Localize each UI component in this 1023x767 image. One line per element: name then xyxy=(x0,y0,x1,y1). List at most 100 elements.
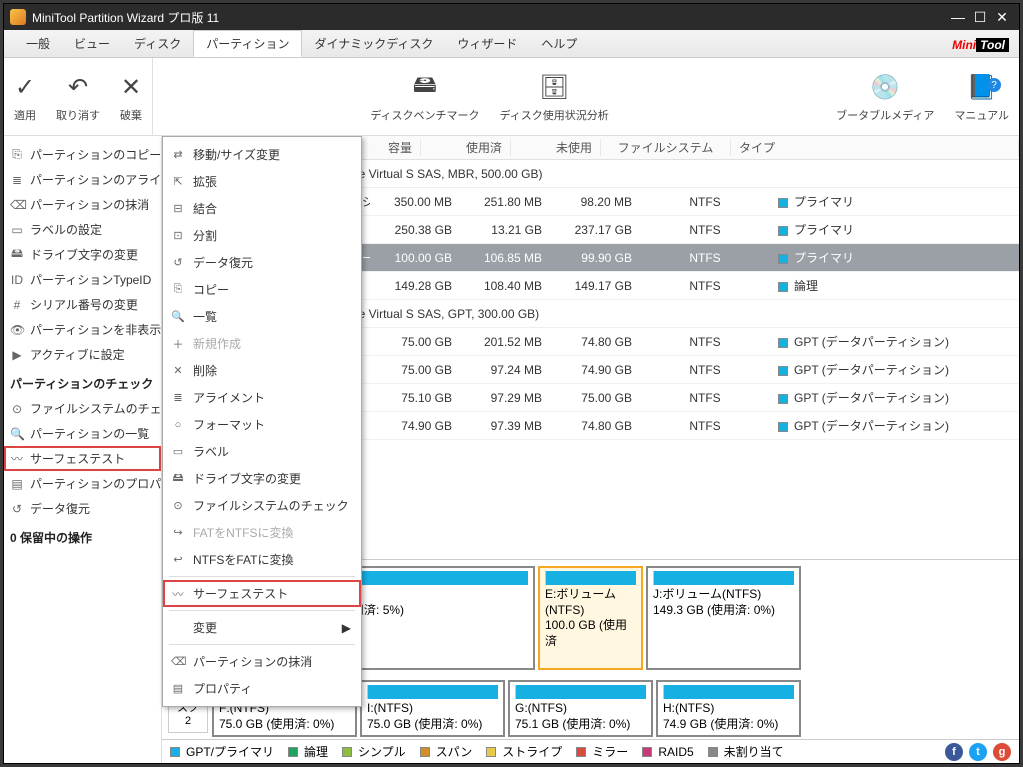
menu-item[interactable]: ⎘コピー xyxy=(163,276,361,303)
menu-item[interactable]: ○フォーマット xyxy=(163,411,361,438)
type-color-icon xyxy=(778,338,788,348)
menu-item[interactable]: ≣アライメント xyxy=(163,384,361,411)
menu-item[interactable]: ↺データ復元 xyxy=(163,249,361,276)
discard-button[interactable]: ✕破棄 xyxy=(110,58,153,135)
legend-item: ストライプ xyxy=(486,743,562,760)
legend-item: ミラー xyxy=(576,743,628,760)
pending-ops-label: 0 保留中の操作 xyxy=(4,521,161,550)
sidebar-item[interactable]: 🔍パーティションの一覧 xyxy=(4,421,161,446)
sidebar-item[interactable]: 👁パーティションを非表示 xyxy=(4,317,161,342)
menu-item-icon: 〰 xyxy=(171,586,185,602)
menu-item[interactable]: ⌫パーティションの抹消 xyxy=(163,648,361,675)
sidebar-item[interactable]: ↺データ復元 xyxy=(4,496,161,521)
legend-item: RAID5 xyxy=(642,745,693,759)
brand-logo: MiniTool xyxy=(952,32,1009,55)
menu-separator xyxy=(169,644,355,645)
app-icon xyxy=(10,9,26,25)
stack-icon: 🗄 xyxy=(539,71,569,105)
type-color-icon xyxy=(778,254,788,264)
sidebar-icon: 🔍 xyxy=(10,427,24,441)
menu-item[interactable]: 〰サーフェステスト xyxy=(163,580,361,607)
maximize-button[interactable]: ☐ xyxy=(969,7,991,27)
menu-dynamic[interactable]: ダイナミックディスク xyxy=(302,31,445,56)
col-filesystem[interactable]: ファイルシステム xyxy=(601,139,731,156)
menu-item[interactable]: 🖴ドライブ文字の変更 xyxy=(163,465,361,492)
menu-item[interactable]: ⊟結合 xyxy=(163,195,361,222)
disk-map-partition[interactable]: G:(NTFS)75.1 GB (使用済: 0%) xyxy=(508,680,653,737)
type-color-icon xyxy=(778,422,788,432)
sidebar-item[interactable]: 〰サーフェステスト xyxy=(4,446,161,471)
menu-general[interactable]: 一般 xyxy=(14,31,62,56)
bootmedia-button[interactable]: 💿ブータブルメディア xyxy=(826,58,944,135)
legend-item: GPT/プライマリ xyxy=(170,743,274,760)
menu-item[interactable]: ✕削除 xyxy=(163,357,361,384)
twitter-icon[interactable]: t xyxy=(969,743,987,761)
sidebar-item[interactable]: ▤パーティションのプロパティ xyxy=(4,471,161,496)
type-color-icon xyxy=(778,394,788,404)
social-links: f t g xyxy=(945,743,1011,761)
sidebar-icon: 🖴 xyxy=(10,244,24,265)
benchmark-button[interactable]: 🖴ディスクベンチマーク xyxy=(360,58,489,135)
col-type[interactable]: タイプ xyxy=(731,139,1019,156)
manual-button[interactable]: 📘?マニュアル xyxy=(944,58,1019,135)
col-unused[interactable]: 未使用 xyxy=(511,139,601,156)
titlebar: MiniTool Partition Wizard プロ版 11 ― ☐ ✕ xyxy=(4,4,1019,30)
menu-wizard[interactable]: ウィザード xyxy=(445,31,529,56)
sidebar-icon: ▶ xyxy=(10,348,24,362)
minimize-button[interactable]: ― xyxy=(947,7,969,27)
sidebar-icon: 👁 xyxy=(10,323,24,337)
legend-color-icon xyxy=(708,747,718,757)
menu-separator xyxy=(169,576,355,577)
menu-item[interactable]: ⊙ファイルシステムのチェック xyxy=(163,492,361,519)
sidebar-item[interactable]: ⊙ファイルシステムのチェック xyxy=(4,396,161,421)
menu-item[interactable]: ⇄移動/サイズ変更 xyxy=(163,141,361,168)
disk-map-partition[interactable]: I:(NTFS)75.0 GB (使用済: 0%) xyxy=(360,680,505,737)
menu-view[interactable]: ビュー xyxy=(62,31,122,56)
sidebar-icon: ID xyxy=(10,273,24,287)
apply-button[interactable]: ✓適用 xyxy=(4,58,46,135)
gplus-icon[interactable]: g xyxy=(993,743,1011,761)
menu-help[interactable]: ヘルプ xyxy=(529,31,589,56)
facebook-icon[interactable]: f xyxy=(945,743,963,761)
type-color-icon xyxy=(778,226,788,236)
help-badge-icon: ? xyxy=(987,78,1001,92)
disk-map-partition[interactable]: E:ボリューム(NTFS)100.0 GB (使用済 xyxy=(538,566,643,670)
undo-button[interactable]: ↶取り消す xyxy=(46,58,110,135)
menu-item-icon: ⇱ xyxy=(171,175,185,188)
sidebar-item[interactable]: #シリアル番号の変更 xyxy=(4,292,161,317)
menu-item[interactable]: 変更▶ xyxy=(163,614,361,641)
disk-map-partition[interactable]: J:ボリューム(NTFS)149.3 GB (使用済: 0%) xyxy=(646,566,801,670)
sidebar-item[interactable]: ▭ラベルの設定 xyxy=(4,217,161,242)
menu-item[interactable]: 🔍一覧 xyxy=(163,303,361,330)
disk-icon: 🖴 xyxy=(413,71,437,105)
menu-item[interactable]: ↩NTFSをFATに変換 xyxy=(163,546,361,573)
sidebar-item[interactable]: ⎘パーティションのコピー xyxy=(4,142,161,167)
menu-item[interactable]: ⇱拡張 xyxy=(163,168,361,195)
menu-item[interactable]: ▤プロパティ xyxy=(163,675,361,702)
menu-item[interactable]: ▭ラベル xyxy=(163,438,361,465)
sidebar-item[interactable]: ▶アクティブに設定 xyxy=(4,342,161,367)
menu-disk[interactable]: ディスク xyxy=(122,31,193,56)
sidebar-item[interactable]: IDパーティションTypeID xyxy=(4,267,161,292)
sidebar-item[interactable]: 🖴ドライブ文字の変更 xyxy=(4,242,161,267)
part-sub: 149.3 GB (使用済: 0%) xyxy=(653,603,794,619)
legend-color-icon xyxy=(420,747,430,757)
part-title: E:ボリューム(NTFS) xyxy=(545,587,636,618)
col-used[interactable]: 使用済 xyxy=(421,139,511,156)
menu-item[interactable]: ⊡分割 xyxy=(163,222,361,249)
sidebar: ⎘パーティションのコピー≣パーティションのアライメント⌫パーティションの抹消▭ラ… xyxy=(4,136,162,763)
disk-map-partition[interactable]: H:(NTFS)74.9 GB (使用済: 0%) xyxy=(656,680,801,737)
menu-item-icon: ↩ xyxy=(171,553,185,566)
sidebar-item[interactable]: ≣パーティションのアライメント xyxy=(4,167,161,192)
menu-item-icon: ⎘ xyxy=(171,283,185,296)
sidebar-icon: # xyxy=(10,298,24,312)
usage-button[interactable]: 🗄ディスク使用状況分析 xyxy=(490,58,619,135)
part-sub: 75.1 GB (使用済: 0%) xyxy=(515,717,646,733)
menu-item-icon: ⊙ xyxy=(171,499,185,512)
legend-color-icon xyxy=(642,747,652,757)
sidebar-item[interactable]: ⌫パーティションの抹消 xyxy=(4,192,161,217)
menu-partition[interactable]: パーティション xyxy=(193,30,302,57)
legend-item: 論理 xyxy=(288,743,328,760)
undo-icon: ↶ xyxy=(68,71,88,105)
close-button[interactable]: ✕ xyxy=(991,7,1013,27)
